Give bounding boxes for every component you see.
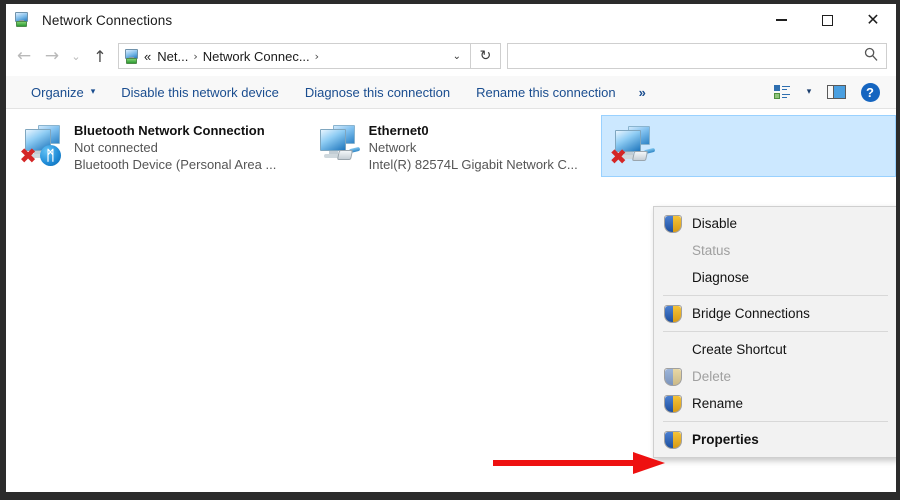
- list-item[interactable]: Ethernet0 Network Intel(R) 82574L Gigabi…: [307, 115, 602, 177]
- menu-item-disable[interactable]: Disable: [654, 210, 896, 237]
- annotation-arrow-icon: [493, 450, 668, 481]
- rj45-icon: [337, 147, 359, 162]
- command-bar: Organize ▾ Disable this network device D…: [6, 76, 896, 109]
- view-caret-glyph: ▾: [807, 87, 812, 97]
- search-icon: [864, 47, 878, 66]
- close-button[interactable]: ✕: [850, 4, 896, 36]
- ethernet-adapter-icon: [313, 119, 363, 169]
- search-input[interactable]: [508, 44, 864, 68]
- connection-name: Bluetooth Network Connection: [74, 122, 276, 139]
- rj45-icon: [632, 148, 654, 163]
- menu-item-label: Create Shortcut: [692, 342, 787, 357]
- breadcrumb-separator-1: ›: [191, 50, 199, 63]
- back-button[interactable]: ←: [10, 42, 38, 70]
- up-button[interactable]: ↑: [86, 42, 114, 70]
- menu-item-status: Status: [654, 237, 896, 264]
- view-layout-icon[interactable]: [766, 79, 798, 106]
- connection-device: Bluetooth Device (Personal Area ...: [74, 156, 276, 173]
- more-commands-button[interactable]: »: [629, 79, 656, 106]
- window-title: Network Connections: [42, 13, 172, 28]
- forward-button[interactable]: →: [38, 42, 66, 70]
- list-item-text: Bluetooth Network Connection Not connect…: [74, 119, 276, 173]
- menu-item-properties[interactable]: Properties: [654, 426, 896, 453]
- ethernet-adapter-icon: ✖: [608, 120, 658, 170]
- connection-status: Not connected: [74, 139, 276, 156]
- menu-item-label: Diagnose: [692, 270, 749, 285]
- help-icon[interactable]: ?: [854, 79, 886, 106]
- network-connections-icon: [14, 11, 32, 29]
- refresh-button[interactable]: ↻: [471, 43, 501, 69]
- uac-shield-icon: [664, 215, 682, 233]
- connections-tiles: ✖ ᛗ Bluetooth Network Connection Not con…: [6, 115, 896, 177]
- uac-shield-icon: [664, 305, 682, 323]
- list-item[interactable]: ✖ ᛗ Bluetooth Network Connection Not con…: [12, 115, 307, 177]
- screenshot-root: Network Connections ✕ ← → ⌄ ↑ « Net... ›…: [0, 0, 900, 500]
- bluetooth-adapter-icon: ✖ ᛗ: [18, 119, 68, 169]
- menu-item-label: Bridge Connections: [692, 306, 810, 321]
- rename-connection-button[interactable]: Rename this connection: [463, 79, 628, 106]
- menu-separator: [663, 295, 888, 296]
- title-bar: Network Connections ✕: [6, 4, 896, 36]
- connections-list: ✖ ᛗ Bluetooth Network Connection Not con…: [6, 109, 896, 492]
- menu-item-delete: Delete: [654, 363, 896, 390]
- list-item-text: Ethernet0 Network Intel(R) 82574L Gigabi…: [369, 119, 578, 173]
- recent-locations-button[interactable]: ⌄: [66, 42, 86, 70]
- window-controls: ✕: [758, 4, 896, 36]
- address-dropdown-chevron-icon[interactable]: ⌄: [444, 51, 470, 62]
- address-bar[interactable]: « Net... › Network Connec... › ⌄: [118, 43, 471, 69]
- menu-item-label: Disable: [692, 216, 737, 231]
- connection-status: Network: [369, 139, 578, 156]
- uac-shield-icon: [664, 368, 682, 386]
- menu-item-label: Status: [692, 243, 730, 258]
- uac-shield-icon: [664, 431, 682, 449]
- menu-item-rename[interactable]: Rename: [654, 390, 896, 417]
- preview-pane-icon[interactable]: [820, 79, 852, 106]
- maximize-button[interactable]: [804, 4, 850, 36]
- context-menu: Disable Status Diagnose Bridge Connectio…: [653, 206, 896, 458]
- address-bar-row: ← → ⌄ ↑ « Net... › Network Connec... › ⌄…: [6, 36, 896, 76]
- menu-item-label: Properties: [692, 432, 759, 447]
- list-item-selected[interactable]: ✖: [601, 115, 896, 177]
- network-connections-window: Network Connections ✕ ← → ⌄ ↑ « Net... ›…: [6, 4, 896, 492]
- view-dropdown-chevron-icon[interactable]: ▾: [800, 79, 818, 106]
- connection-device: Intel(R) 82574L Gigabit Network C...: [369, 156, 578, 173]
- breadcrumb-separator-2: ›: [313, 50, 321, 63]
- disabled-x-icon: ✖: [608, 147, 628, 167]
- address-bar-icon: [124, 48, 141, 65]
- chevron-down-icon: ▾: [91, 87, 96, 97]
- search-box[interactable]: [507, 43, 887, 69]
- menu-item-bridge-connections[interactable]: Bridge Connections: [654, 300, 896, 327]
- diagnose-connection-button[interactable]: Diagnose this connection: [292, 79, 463, 106]
- organize-label: Organize: [31, 85, 84, 100]
- menu-separator: [663, 331, 888, 332]
- minimize-button[interactable]: [758, 4, 804, 36]
- connection-name: Ethernet0: [369, 122, 578, 139]
- breadcrumb-overflow[interactable]: «: [141, 49, 154, 64]
- help-glyph: ?: [861, 83, 880, 102]
- menu-item-diagnose[interactable]: Diagnose: [654, 264, 896, 291]
- bluetooth-icon: ᛗ: [40, 145, 61, 166]
- uac-shield-icon: [664, 395, 682, 413]
- menu-separator: [663, 421, 888, 422]
- disable-network-device-button[interactable]: Disable this network device: [108, 79, 292, 106]
- organize-button[interactable]: Organize ▾: [18, 79, 108, 106]
- disabled-x-icon: ✖: [18, 146, 38, 166]
- command-bar-right-group: ▾ ?: [766, 79, 886, 106]
- menu-item-create-shortcut[interactable]: Create Shortcut: [654, 336, 896, 363]
- breadcrumb-item-network-connections[interactable]: Network Connec...: [200, 49, 313, 64]
- menu-item-label: Rename: [692, 396, 743, 411]
- menu-item-label: Delete: [692, 369, 731, 384]
- breadcrumb-item-network[interactable]: Net...: [154, 49, 191, 64]
